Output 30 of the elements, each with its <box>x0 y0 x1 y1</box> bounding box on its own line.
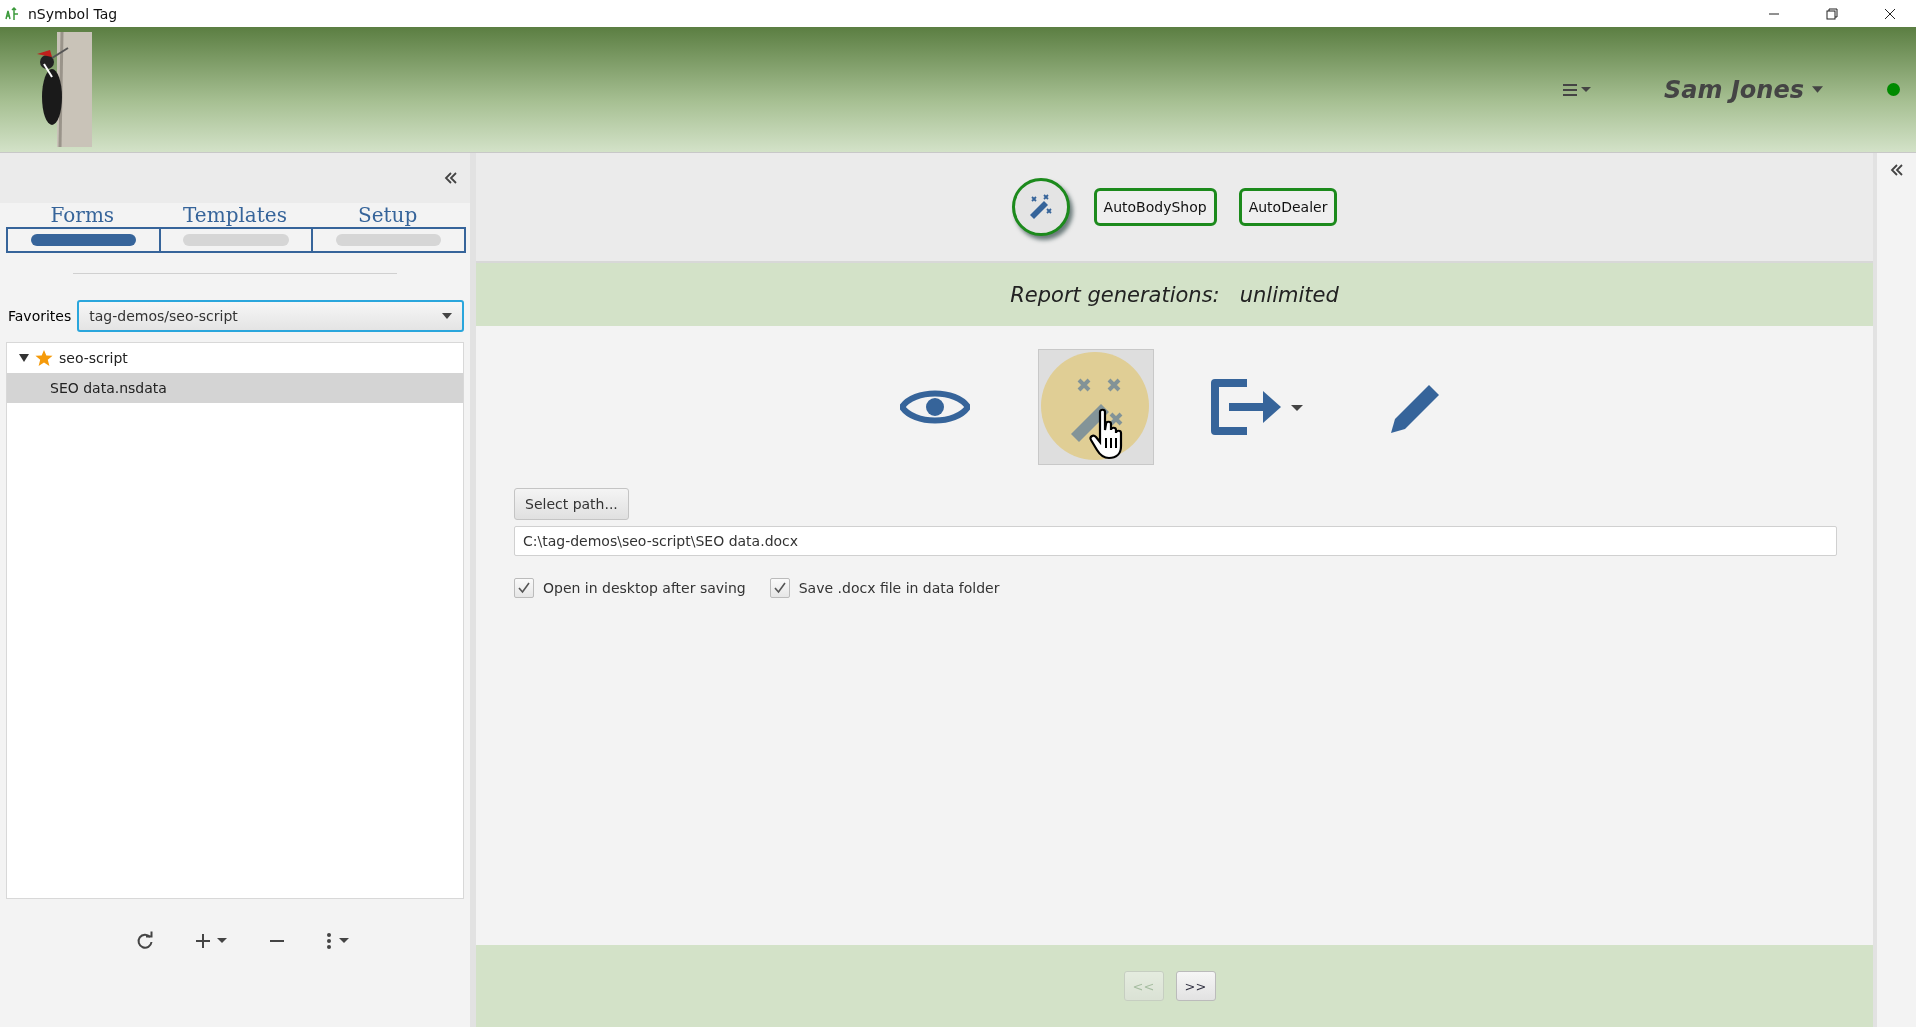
collapse-icon[interactable] <box>444 171 458 185</box>
user-menu[interactable]: Sam Jones <box>1664 75 1823 104</box>
select-path-button[interactable]: Select path... <box>514 488 629 520</box>
tree-item[interactable]: SEO data.nsdata <box>7 373 463 403</box>
tree-item[interactable]: seo-script <box>7 343 463 373</box>
collapse-icon[interactable] <box>1889 163 1904 177</box>
checkbox-label: Open in desktop after saving <box>543 580 746 596</box>
caret-icon <box>1812 86 1823 93</box>
restore-icon[interactable] <box>1826 7 1838 20</box>
menu-button[interactable] <box>1562 82 1593 97</box>
refresh-icon[interactable] <box>135 931 155 951</box>
path-field[interactable]: C:\tag-demos\seo-script\SEO data.docx <box>514 526 1837 556</box>
favorites-dropdown[interactable]: tag-demos/seo-script <box>77 300 464 332</box>
banner-label: Report generations: <box>1010 282 1220 307</box>
expand-triangle-icon[interactable] <box>19 353 29 363</box>
app-logo-icon <box>4 5 20 22</box>
caret-icon <box>442 313 452 319</box>
checkbox-label: Save .docx file in data folder <box>798 580 1000 596</box>
add-icon[interactable] <box>195 931 229 951</box>
template-button[interactable]: AutoDealer <box>1238 188 1338 226</box>
magic-wand-button[interactable] <box>1037 349 1154 465</box>
checkbox[interactable] <box>514 578 534 598</box>
window-title: nSymbol Tag <box>28 5 118 22</box>
checkbox[interactable] <box>769 578 790 598</box>
favorites-label: Favorites <box>8 308 72 324</box>
pager-button[interactable]: >> <box>1175 971 1216 1001</box>
star-icon <box>35 349 53 367</box>
template-button[interactable]: AutoBodyShop <box>1093 188 1217 226</box>
banner-value: unlimited <box>1239 282 1339 307</box>
close-icon[interactable] <box>1884 7 1896 20</box>
